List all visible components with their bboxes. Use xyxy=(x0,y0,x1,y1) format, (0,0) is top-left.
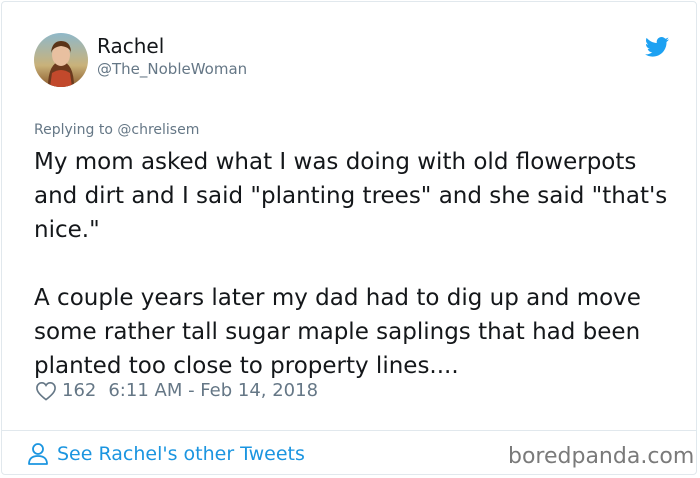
timestamp[interactable]: 6:11 AM - Feb 14, 2018 xyxy=(108,380,318,401)
replying-to[interactable]: Replying to @chrelisem xyxy=(34,122,199,138)
tweet-text: My mom asked what I was doing with old f… xyxy=(34,145,684,383)
divider xyxy=(2,430,696,431)
user-icon xyxy=(28,443,48,465)
like-count[interactable]: 162 xyxy=(62,380,96,401)
watermark: boredpanda.com xyxy=(508,444,695,469)
twitter-bird-icon[interactable] xyxy=(645,37,669,57)
tweet-paragraph: A couple years later my dad had to dig u… xyxy=(34,285,641,379)
heart-icon[interactable] xyxy=(35,381,57,401)
tweet-paragraph: My mom asked what I was doing with old f… xyxy=(34,149,668,243)
author-handle[interactable]: @The_NobleWoman xyxy=(97,60,247,78)
author-name[interactable]: Rachel xyxy=(97,34,164,58)
tweet-card: Rachel @The_NobleWoman Replying to @chre… xyxy=(1,1,697,475)
avatar[interactable] xyxy=(34,33,88,87)
see-other-tweets-link[interactable]: See Rachel's other Tweets xyxy=(27,442,305,466)
avatar-image xyxy=(34,33,88,87)
see-other-tweets-label[interactable]: See Rachel's other Tweets xyxy=(57,443,305,465)
tweet-meta: 162 6:11 AM - Feb 14, 2018 xyxy=(35,380,318,401)
